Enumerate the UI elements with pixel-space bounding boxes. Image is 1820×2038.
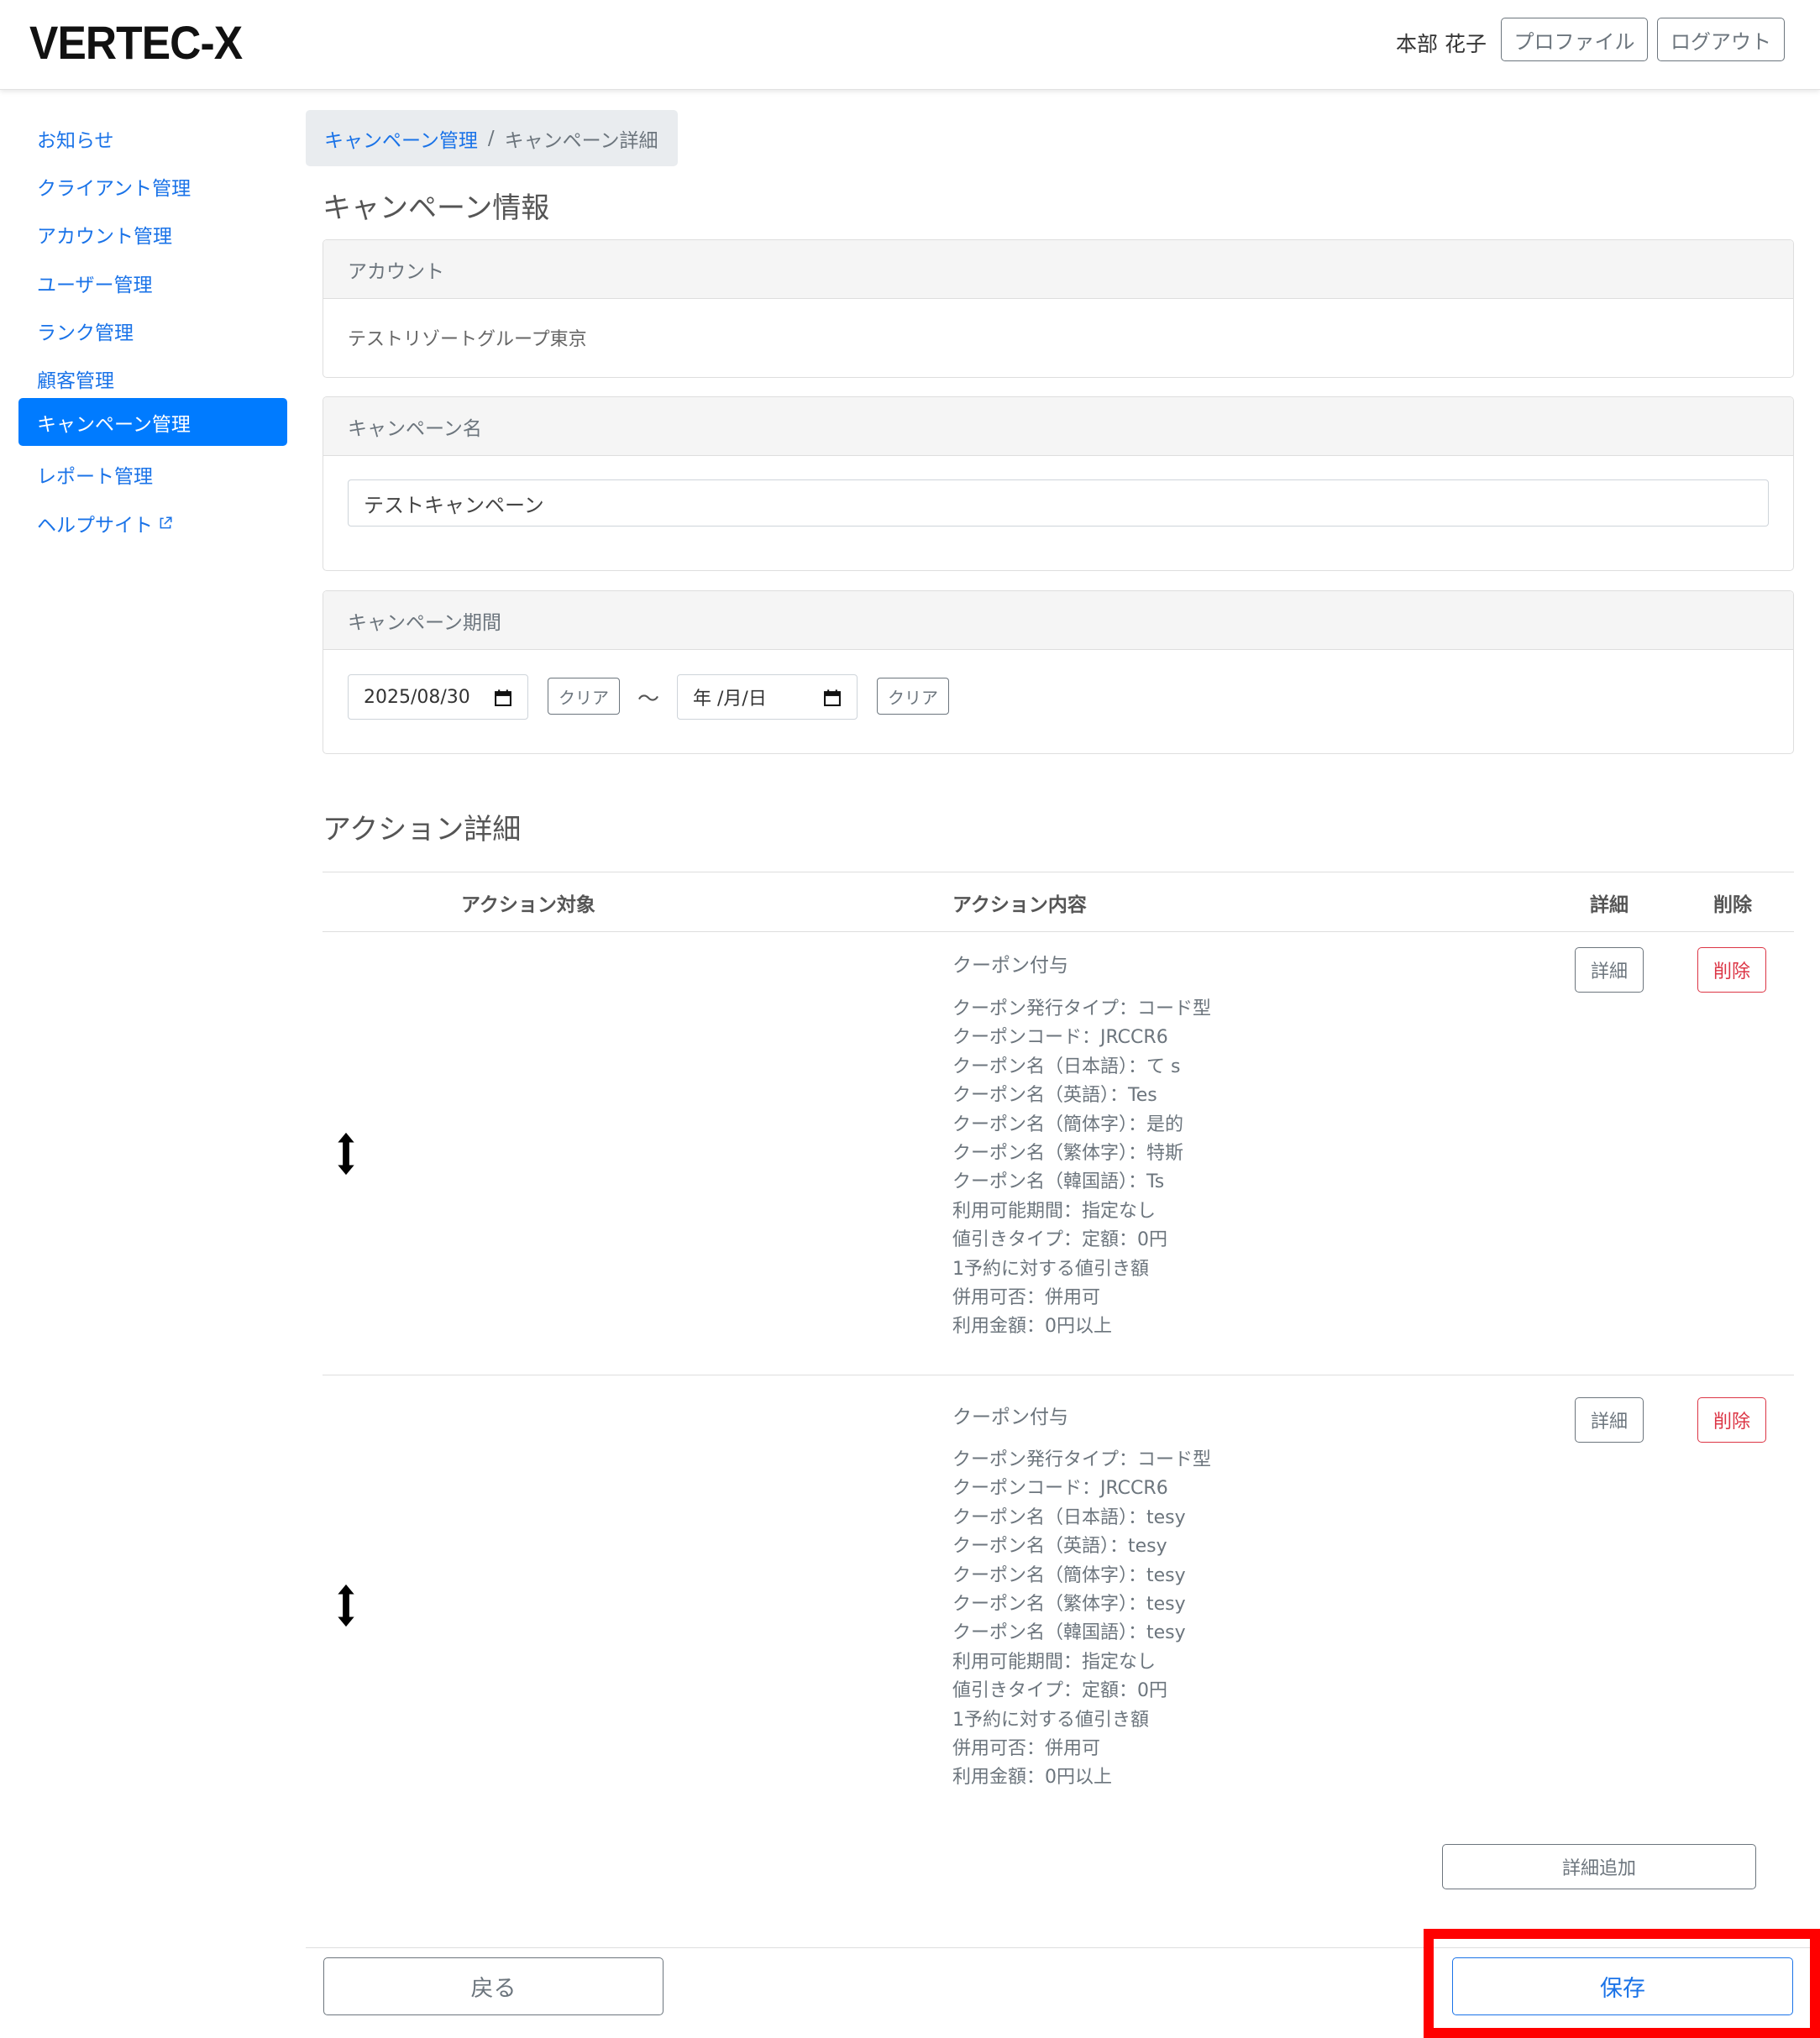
column-header-content: アクション内容 bbox=[952, 894, 1087, 916]
detail-line: 1予約に対する値引き額 bbox=[952, 1709, 1149, 1731]
detail-line: クーポン名（英語）：tesy bbox=[952, 1536, 1167, 1558]
sidebar-item-ranks[interactable]: ランク管理 bbox=[18, 306, 287, 354]
detail-line: 1予約に対する値引き額 bbox=[952, 1258, 1149, 1280]
clear-start-date-button[interactable]: クリア bbox=[548, 678, 620, 715]
detail-line: クーポン名（日本語）：tesy bbox=[952, 1506, 1186, 1528]
sidebar-item-label: キャンペーン管理 bbox=[37, 413, 191, 436]
detail-line: 値引きタイプ：定額：0円 bbox=[952, 1229, 1167, 1251]
sidebar-item-campaigns[interactable]: キャンペーン管理 bbox=[18, 398, 287, 446]
account-value: テストリゾートグループ東京 bbox=[348, 329, 587, 350]
end-date-input[interactable]: 年 /月/日 bbox=[677, 674, 858, 720]
save-button[interactable]: 保存 bbox=[1452, 1957, 1793, 2015]
detail-line: クーポン名（繁体字）：tesy bbox=[952, 1594, 1186, 1616]
start-date-value: 2025/08/30 bbox=[364, 686, 470, 708]
detail-line: 利用可能期間：指定なし bbox=[952, 1200, 1157, 1222]
calendar-icon[interactable] bbox=[494, 689, 512, 707]
action-detail-lines: クーポン発行タイプ：コード型 クーポンコード：JRCCR6 クーポン名（日本語）… bbox=[952, 1446, 1211, 1793]
top-header: VERTEC-X 本部 花子 プロファイル ログアウト bbox=[0, 0, 1820, 90]
detail-line: クーポン発行タイプ：コード型 bbox=[952, 998, 1212, 1019]
column-header-target: アクション対象 bbox=[461, 894, 595, 916]
footer-divider bbox=[306, 1947, 1820, 1948]
start-date-input[interactable]: 2025/08/30 bbox=[348, 674, 528, 720]
external-link-icon bbox=[160, 516, 172, 528]
detail-line: クーポン名（簡体字）：tesy bbox=[952, 1564, 1186, 1586]
sidebar-item-customers[interactable]: 顧客管理 bbox=[18, 354, 287, 402]
delete-button[interactable]: 削除 bbox=[1697, 947, 1766, 993]
detail-button[interactable]: 詳細 bbox=[1575, 1397, 1644, 1443]
detail-line: 併用可否：併用可 bbox=[952, 1287, 1101, 1309]
campaign-name-card-header: キャンペーン名 bbox=[323, 397, 1793, 456]
sidebar-item-label: ランク管理 bbox=[37, 322, 134, 344]
drag-handle-icon[interactable] bbox=[334, 1129, 358, 1178]
calendar-icon[interactable] bbox=[823, 689, 842, 707]
detail-line: 値引きタイプ：定額：0円 bbox=[952, 1680, 1167, 1702]
sidebar-item-clients[interactable]: クライアント管理 bbox=[18, 162, 287, 210]
campaign-name-card: キャンペーン名 bbox=[323, 396, 1794, 571]
column-header-detail: 詳細 bbox=[1590, 894, 1629, 916]
detail-line: 利用可能期間：指定なし bbox=[952, 1651, 1157, 1673]
breadcrumb-current: キャンペーン詳細 bbox=[504, 129, 658, 152]
sidebar-item-label: 顧客管理 bbox=[37, 369, 114, 392]
table-row: クーポン付与 クーポン発行タイプ：コード型 クーポンコード：JRCCR6 クーポ… bbox=[323, 932, 1794, 1375]
detail-line: 利用金額：0円以上 bbox=[952, 1316, 1112, 1338]
campaign-period-card: キャンペーン期間 2025/08/30 クリア ～ 年 /月/日 クリア bbox=[323, 590, 1794, 754]
profile-button[interactable]: プロファイル bbox=[1501, 18, 1648, 61]
detail-line: クーポン名（韓国語）：Ts bbox=[952, 1171, 1165, 1193]
detail-line: クーポン名（英語）：Tes bbox=[952, 1085, 1157, 1107]
user-name: 本部 花子 bbox=[1396, 32, 1487, 56]
detail-line: 利用金額：0円以上 bbox=[952, 1767, 1112, 1789]
detail-line: クーポン名（韓国語）：tesy bbox=[952, 1622, 1186, 1644]
sidebar-item-label: レポート管理 bbox=[37, 465, 153, 488]
sidebar-item-label: クライアント管理 bbox=[37, 177, 191, 200]
drag-handle-icon[interactable] bbox=[334, 1581, 358, 1630]
sidebar-item-help-site[interactable]: ヘルプサイト bbox=[18, 499, 287, 547]
detail-line: クーポンコード：JRCCR6 bbox=[952, 1478, 1168, 1500]
detail-line: クーポン名（繁体字）：特斯 bbox=[952, 1143, 1184, 1165]
sidebar-item-users[interactable]: ユーザー管理 bbox=[18, 259, 287, 306]
sidebar-item-notices[interactable]: お知らせ bbox=[18, 114, 287, 162]
breadcrumb-link-campaigns[interactable]: キャンペーン管理 bbox=[324, 124, 478, 153]
detail-line: クーポン名（日本語）：て s bbox=[952, 1056, 1181, 1077]
campaign-name-input[interactable] bbox=[348, 479, 1769, 527]
sidebar-item-accounts[interactable]: アカウント管理 bbox=[18, 210, 287, 258]
detail-button[interactable]: 詳細 bbox=[1575, 947, 1644, 993]
app-logo[interactable]: VERTEC-X bbox=[29, 15, 243, 70]
breadcrumb-separator: / bbox=[487, 127, 495, 149]
end-date-placeholder: 年 /月/日 bbox=[693, 689, 767, 710]
detail-line: クーポンコード：JRCCR6 bbox=[952, 1027, 1168, 1049]
table-row: クーポン付与 クーポン発行タイプ：コード型 クーポンコード：JRCCR6 クーポ… bbox=[323, 1375, 1794, 1829]
action-type: クーポン付与 bbox=[952, 1407, 1068, 1428]
sidebar-item-label: ヘルプサイト bbox=[37, 514, 153, 537]
account-card-header: アカウント bbox=[323, 240, 1793, 299]
action-detail-lines: クーポン発行タイプ：コード型 クーポンコード：JRCCR6 クーポン名（日本語）… bbox=[952, 995, 1211, 1342]
date-range-separator: ～ bbox=[637, 687, 660, 712]
back-button[interactable]: 戻る bbox=[323, 1957, 663, 2015]
detail-line: クーポン発行タイプ：コード型 bbox=[952, 1449, 1212, 1470]
detail-line: クーポン名（簡体字）：是的 bbox=[952, 1113, 1184, 1135]
delete-button[interactable]: 削除 bbox=[1697, 1397, 1766, 1443]
action-type: クーポン付与 bbox=[952, 955, 1068, 977]
action-details-title: アクション詳細 bbox=[323, 813, 522, 846]
logout-button[interactable]: ログアウト bbox=[1657, 18, 1785, 61]
sidebar-item-label: アカウント管理 bbox=[37, 225, 172, 248]
sidebar-item-label: ユーザー管理 bbox=[37, 274, 153, 296]
detail-line: 併用可否：併用可 bbox=[952, 1738, 1101, 1760]
account-card: アカウント テストリゾートグループ東京 bbox=[323, 239, 1794, 378]
sidebar-item-reports[interactable]: レポート管理 bbox=[18, 450, 287, 498]
clear-end-date-button[interactable]: クリア bbox=[877, 678, 949, 715]
breadcrumb: キャンペーン管理 / キャンペーン詳細 bbox=[306, 110, 678, 166]
column-header-delete: 削除 bbox=[1713, 894, 1752, 916]
add-detail-button[interactable]: 詳細追加 bbox=[1442, 1844, 1756, 1889]
campaign-info-title: キャンペーン情報 bbox=[323, 191, 550, 225]
sidebar-item-label: お知らせ bbox=[37, 129, 114, 152]
campaign-period-card-header: キャンペーン期間 bbox=[323, 591, 1793, 650]
